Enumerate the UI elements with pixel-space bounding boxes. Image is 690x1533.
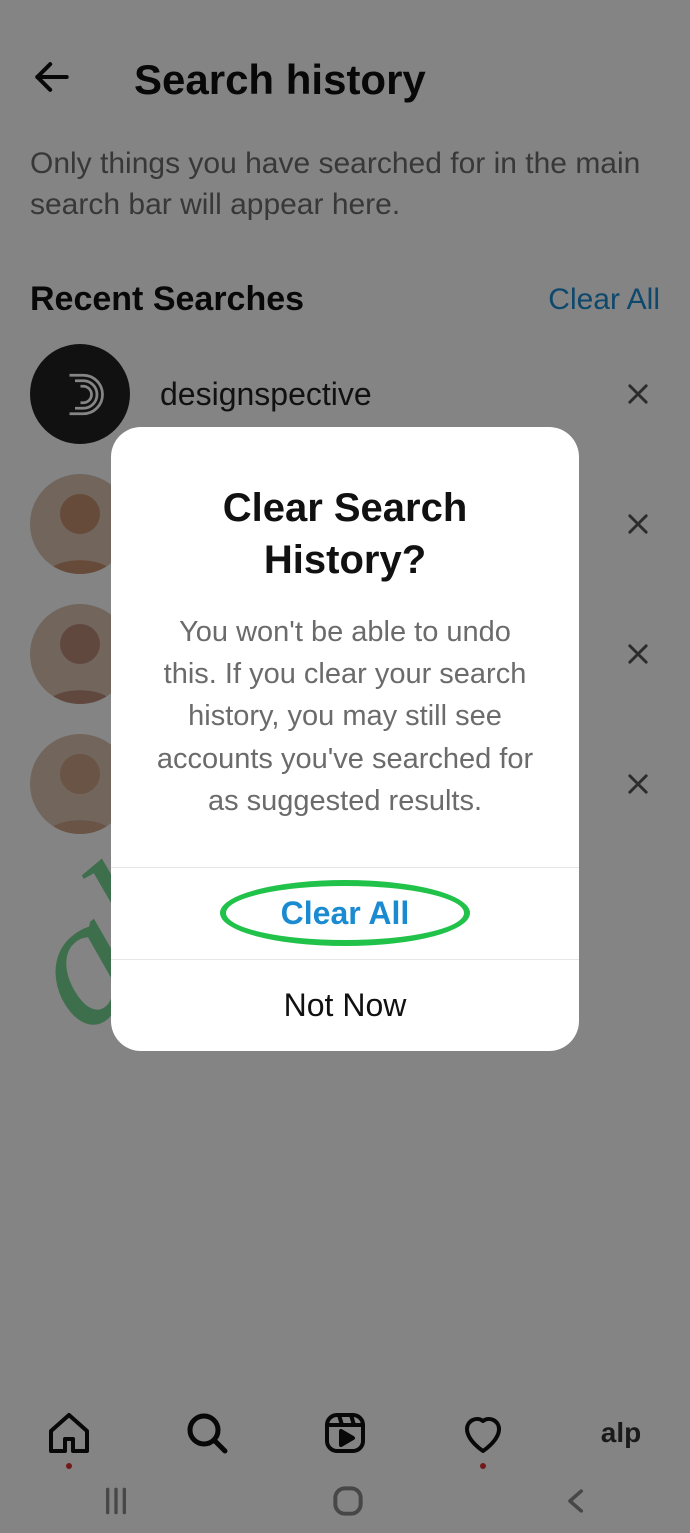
modal-overlay[interactable]: Clear Search History? You won't be able … <box>0 0 690 1533</box>
modal-title: Clear Search History? <box>111 427 579 611</box>
clear-history-modal: Clear Search History? You won't be able … <box>111 427 579 1050</box>
modal-clear-all-button[interactable]: Clear All <box>111 867 579 959</box>
modal-not-now-button[interactable]: Not Now <box>111 959 579 1051</box>
modal-clear-all-label: Clear All <box>281 895 410 932</box>
modal-body: You won't be able to undo this. If you c… <box>111 611 579 866</box>
modal-not-now-label: Not Now <box>284 987 407 1024</box>
